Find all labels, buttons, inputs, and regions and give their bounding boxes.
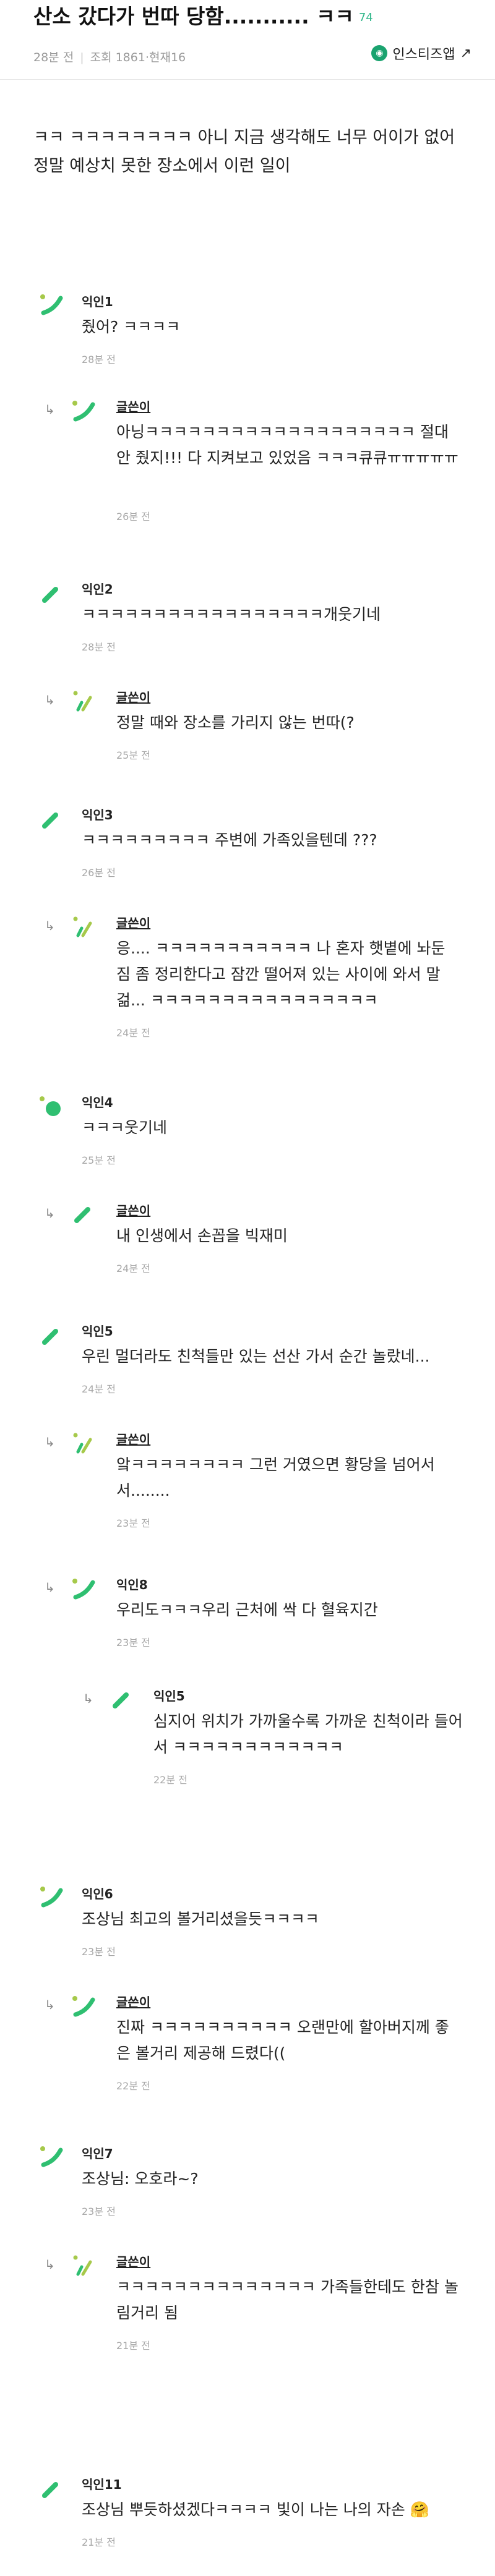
bar-avatar-icon	[37, 806, 64, 834]
comment-text: ㅋㅋㅋㅋㅋㅋㅋㅋㅋ 주변에 가족있을텐데 ???	[82, 831, 377, 849]
reply-arrow-icon: ↳	[45, 693, 55, 707]
comment-text: 조상님 뿌듯하셨겠다ㅋㅋㅋㅋ 빛이 나는 나의 자손 🤗	[82, 2497, 471, 2523]
reply-arrow-icon: ↳	[83, 1691, 93, 1706]
comment-time: 23분 전	[116, 1517, 150, 1529]
lime-avatar-icon	[69, 2252, 97, 2279]
comment-text: 줬어? ㅋㅋㅋㅋ	[82, 318, 181, 336]
insta-app-label: 인스티즈앱	[392, 47, 455, 62]
comment-time: 21분 전	[82, 2536, 116, 2548]
bar-avatar-icon	[69, 1201, 97, 1228]
lime-avatar-icon	[69, 688, 97, 715]
post-title-text: 산소 갔다가 번따 당함........... ㅋㅋ	[33, 4, 354, 28]
bar-avatar-icon	[37, 2476, 64, 2503]
comment-nick[interactable]: 익인11	[82, 2475, 122, 2493]
comment-text: 심지어 위치가 가까울수록 가까운 친척이라 들어서 ㅋㅋㅋㅋㅋㅋㅋㅋㅋㅋㅋㅋ	[153, 1712, 463, 1756]
comment-nick[interactable]: 글쓴이	[116, 2252, 150, 2270]
comment-time: 23분 전	[82, 2206, 116, 2217]
bar-avatar-icon	[37, 581, 64, 608]
comment-time: 23분 전	[82, 1946, 116, 1958]
lime-avatar-icon	[69, 1430, 97, 1457]
comment-time: 26분 전	[82, 867, 116, 879]
comment-text: 진짜 ㅋㅋㅋㅋㅋㅋㅋㅋㅋㅋ 오랜만에 할아버지께 좋은 볼거리 제공해 드렸다(…	[116, 2018, 449, 2062]
comment-text: 내 인생에서 손꼽을 빅재미	[116, 1227, 288, 1245]
leaf-avatar-icon	[37, 2143, 64, 2170]
comment-time: 23분 전	[116, 1637, 150, 1648]
comment-text: 아닝ㅋㅋㅋㅋㅋㅋㅋㅋㅋㅋㅋㅋㅋㅋㅋㅋㅋㅋㅋ 절대 안 줬지!!! 다 지켜보고 …	[116, 423, 458, 467]
comment-time: 21분 전	[116, 2340, 150, 2352]
comment-nick[interactable]: 글쓴이	[116, 397, 150, 415]
reply-arrow-icon: ↳	[45, 2257, 55, 2272]
comment-text: ㅋㅋㅋ웃기네	[82, 1119, 168, 1137]
reply-arrow-icon: ↳	[45, 1435, 55, 1449]
external-link-icon: ↗	[460, 45, 471, 61]
comment-nick[interactable]: 익인6	[82, 1884, 113, 1902]
comment-count[interactable]: 74	[359, 11, 373, 24]
comment-text: 우리도ㅋㅋㅋ우리 근처에 싹 다 혈육지간	[116, 1601, 378, 1619]
header-divider	[0, 79, 495, 80]
comment-nick[interactable]: 글쓴이	[116, 913, 150, 931]
lime-avatar-icon	[69, 913, 97, 940]
comment-time: 26분 전	[116, 511, 150, 522]
comment-text: 우린 멀더라도 친척들만 있는 선산 가서 순간 놀랐네...	[82, 1347, 430, 1365]
comment-time: 28분 전	[82, 641, 116, 653]
post-views: 조회 1861	[90, 51, 145, 64]
comment-time: 24분 전	[116, 1263, 150, 1274]
comment-text: 정말 때와 장소를 가리지 않는 번따(?	[116, 714, 355, 731]
post-meta: 28분 전 | 조회 1861·현재16	[33, 48, 186, 65]
post-likes: ·현재16	[145, 51, 186, 64]
comment-nick[interactable]: 익인5	[153, 1686, 185, 1704]
bar-avatar-icon	[108, 1686, 135, 1713]
comment-time: 25분 전	[116, 749, 150, 761]
comment-text-content: 조상님 뿌듯하셨겠다ㅋㅋㅋㅋ 빛이 나는 나의 자손	[82, 2501, 405, 2518]
comment-time: 28분 전	[82, 354, 116, 365]
reply-arrow-icon: ↳	[45, 1580, 55, 1595]
comment-time: 22분 전	[153, 1774, 187, 1786]
comment-text: 앜ㅋㅋㅋㅋㅋㅋㅋㅋ 그런 거였으면 황당을 넘어서서........	[116, 1456, 435, 1499]
bar-avatar-icon	[37, 1323, 64, 1350]
comment-nick[interactable]: 익인3	[82, 805, 113, 823]
reply-arrow-icon: ↳	[45, 918, 55, 933]
leaf-avatar-icon	[37, 291, 64, 318]
comment-time: 24분 전	[82, 1383, 116, 1395]
reply-arrow-icon: ↳	[45, 1206, 55, 1221]
post-body: ㅋㅋ ㅋㅋㅋㅋㅋㅋㅋㅋ 아니 지금 생각해도 너무 어이가 없어 정말 예상치 …	[33, 128, 455, 176]
dot-avatar-icon	[37, 1094, 64, 1121]
comment-text: ㅋㅋㅋㅋㅋㅋㅋㅋㅋㅋㅋㅋㅋㅋ 가족들한테도 한참 놀림거리 됨	[116, 2278, 458, 2322]
comment-text: 응.... ㅋㅋㅋㅋㅋㅋㅋㅋㅋㅋㅋ 나 혼자 햇볕에 놔둔 짐 좀 정리한다고 …	[116, 939, 446, 1009]
comment-text: 조상님 최고의 볼거리셨을듯ㅋㅋㅋㅋ	[82, 1910, 319, 1928]
meta-divider: |	[80, 51, 84, 64]
comment-nick[interactable]: 익인8	[116, 1575, 148, 1593]
comment-text: ㅋㅋㅋㅋㅋㅋㅋㅋㅋㅋㅋㅋㅋㅋㅋㅋㅋ개웃기네	[82, 605, 381, 623]
comment-nick[interactable]: 익인1	[82, 292, 113, 310]
post-time: 28분 전	[33, 51, 74, 64]
comment-nick[interactable]: 익인7	[82, 2144, 113, 2162]
insta-app-button[interactable]: ◉ 인스티즈앱 ↗	[371, 43, 471, 63]
leaf-avatar-icon	[37, 1883, 64, 1910]
comment-nick[interactable]: 글쓴이	[116, 1430, 150, 1448]
comment-text: 조상님: 오호라~?	[82, 2170, 199, 2188]
comment-time: 25분 전	[82, 1154, 116, 1166]
comment-time: 24분 전	[116, 1027, 150, 1039]
reply-arrow-icon: ↳	[45, 1997, 55, 2012]
comment-nick[interactable]: 글쓴이	[116, 1201, 150, 1219]
instiz-app-icon: ◉	[371, 45, 388, 61]
comment-nick[interactable]: 글쓴이	[116, 1992, 150, 2010]
reply-arrow-icon: ↳	[45, 402, 55, 417]
comment-nick[interactable]: 글쓴이	[116, 688, 150, 706]
leaf-avatar-icon	[69, 1575, 97, 1602]
leaf-avatar-icon	[69, 1992, 97, 2019]
comment-nick[interactable]: 익인4	[82, 1093, 113, 1111]
comment-nick[interactable]: 익인5	[82, 1321, 113, 1339]
leaf-avatar-icon	[69, 397, 97, 424]
comment-nick[interactable]: 익인2	[82, 579, 113, 597]
hug-emoji-icon: 🤗	[410, 2501, 429, 2518]
post-header: 산소 갔다가 번따 당함........... ㅋㅋ 74 28분 전 | 조회 18…	[0, 0, 495, 105]
comment-time: 22분 전	[116, 2080, 150, 2092]
post-title: 산소 갔다가 번따 당함........... ㅋㅋ 74	[33, 0, 373, 30]
